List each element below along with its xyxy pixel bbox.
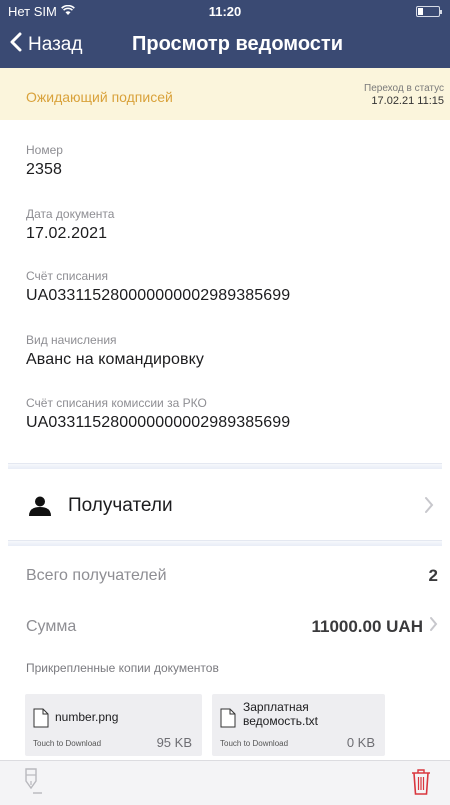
field-debit-account: Счёт списания UA033115280000000002989385… [26,269,290,305]
sign-pen-icon[interactable] [20,767,46,802]
field-value: UA033115280000000002989385699 [26,414,291,431]
attachment-name-line2: ведомость.txt [243,714,318,728]
back-label: Назад [28,34,83,55]
document-icon [33,708,49,733]
touch-to-download-label: Touch to Download [220,739,289,748]
recipients-row[interactable]: Получатели [0,474,450,536]
field-label: Вид начисления [26,333,117,347]
bottom-toolbar [0,760,450,805]
status-bar: Нет SIM 11:20 [0,0,450,22]
status-transition: Переход в статус 17.02.21 11:15 [364,82,444,108]
section-divider [8,463,442,469]
back-button[interactable]: Назад [10,32,82,58]
field-accrual-type: Вид начисления Аванс на командировку [26,333,204,369]
field-value: Аванс на командировку [26,351,205,368]
sum-row[interactable]: Сумма 11000.00 UAH [26,616,438,637]
app-header: Нет SIM 11:20 Назад Просмотр ведомости [0,0,450,68]
field-value: 2358 [26,161,62,178]
attachment-name: number.png [55,710,119,724]
field-doc-date: Дата документа 17.02.2021 [26,207,114,243]
field-value: 17.02.2021 [26,225,108,242]
sum-value: 11000.00 UAH [311,616,423,636]
field-label: Дата документа [26,207,115,221]
back-chevron-icon [10,32,22,58]
field-label: Номер [26,143,63,157]
total-recipients-row: Всего получателей 2 [26,566,438,586]
attachment-name: Зарплатная [243,700,309,714]
attachments-title: Прикрепленные копии документов [26,661,219,675]
attachment-size: 95 KB [156,735,192,750]
navigation-bar: Назад Просмотр ведомости [0,22,450,66]
section-divider [8,540,442,546]
recipients-label: Получатели [68,495,173,516]
total-recipients-label: Всего получателей [26,567,167,584]
field-label: Счёт списания комиссии за РКО [26,396,207,410]
transition-label: Переход в статус [364,83,444,94]
sum-label: Сумма [26,617,77,635]
person-icon [28,496,52,521]
sum-value-group: 11000.00 UAH [311,616,438,637]
battery-icon [416,6,442,17]
total-recipients-value: 2 [429,566,438,586]
field-number: Номер 2358 [26,143,63,179]
field-label: Счёт списания [26,269,108,283]
clock: 11:20 [208,4,242,19]
chevron-right-icon [429,616,438,637]
total-recipients-number: 2 [428,566,438,585]
attachment-card[interactable]: number.png Touch to Download 95 KB [25,694,202,756]
trash-icon[interactable] [410,767,432,802]
field-commission-account: Счёт списания комиссии за РКО UA03311528… [26,396,290,432]
page-title: Просмотр ведомости [132,33,343,55]
status-strip: Ожидающий подписей Переход в статус 17.0… [0,68,450,120]
status-badge: Ожидающий подписей [26,89,173,105]
attachment-size: 0 KB [346,735,375,750]
chevron-right-icon [424,496,434,519]
document-icon [220,708,236,733]
transition-datetime: 17.02.21 11:15 [371,95,444,107]
touch-to-download-label: Touch to Download [33,739,102,748]
field-value: UA033115280000000002989385699 [26,287,291,304]
attachment-card[interactable]: Зарплатная ведомость.txt Touch to Downlo… [212,694,385,756]
